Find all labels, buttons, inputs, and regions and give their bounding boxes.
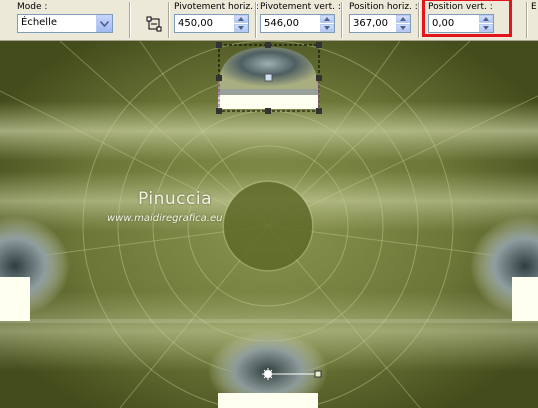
spin-up-button[interactable]: [396, 15, 410, 23]
spin-up-button[interactable]: [320, 15, 334, 23]
watermark-url: www.maidiregrafica.eu: [107, 213, 223, 224]
position-horizontal-group: Position horiz. :: [349, 0, 429, 40]
mode-label: Mode :: [17, 2, 48, 12]
spin-down-button[interactable]: [320, 24, 334, 32]
arrow-down-icon: [400, 26, 406, 30]
spin-up-button[interactable]: [234, 15, 248, 23]
tool-options-bar: Mode : Échelle Pivotement horiz. : 450,0…: [0, 0, 538, 41]
position-horizontal-label: Position horiz. :: [349, 2, 418, 12]
pivot-vertical-group: Pivotement vert. :: [260, 0, 341, 40]
spin-down-button[interactable]: [234, 24, 248, 32]
separator: [341, 2, 343, 38]
position-vertical-highlight: [422, 0, 512, 37]
pivot-vertical-spinbox[interactable]: [260, 14, 335, 33]
image-canvas[interactable]: Pinuccia www.maidiregrafica.eu: [0, 41, 538, 408]
arrow-up-icon: [238, 17, 244, 21]
separator: [418, 2, 420, 38]
separator: [168, 2, 170, 38]
pivot-horizontal-label: Pivotement horiz. :: [174, 2, 259, 12]
arrow-up-icon: [324, 17, 330, 21]
mode-select[interactable]: Échelle: [17, 14, 113, 33]
canvas-artwork: [0, 41, 538, 408]
pivot-vertical-input[interactable]: [261, 15, 319, 32]
truncated-label: E: [531, 2, 537, 12]
pick-tool-icon[interactable]: [143, 13, 165, 35]
arrow-down-icon: [238, 26, 244, 30]
mode-select-value: Échelle: [21, 17, 58, 28]
separator: [255, 2, 257, 38]
arrow-down-icon: [324, 26, 330, 30]
tool-icon-group: [143, 0, 167, 40]
mode-dropdown-button[interactable]: [96, 15, 112, 32]
separator: [526, 2, 528, 38]
chevron-down-icon: [100, 20, 109, 27]
pivot-vertical-label: Pivotement vert. :: [260, 2, 341, 12]
spin-down-button[interactable]: [396, 24, 410, 32]
position-horizontal-input[interactable]: [350, 15, 395, 32]
mode-group: Mode : Échelle: [17, 0, 117, 40]
position-horizontal-spinbox[interactable]: [349, 14, 411, 33]
arrow-up-icon: [400, 17, 406, 21]
separator: [129, 2, 131, 38]
pivot-horizontal-spinbox[interactable]: [174, 14, 249, 33]
pivot-horizontal-input[interactable]: [175, 15, 233, 32]
pivot-horizontal-group: Pivotement horiz. :: [174, 0, 259, 40]
watermark-title: Pinuccia: [138, 189, 212, 209]
